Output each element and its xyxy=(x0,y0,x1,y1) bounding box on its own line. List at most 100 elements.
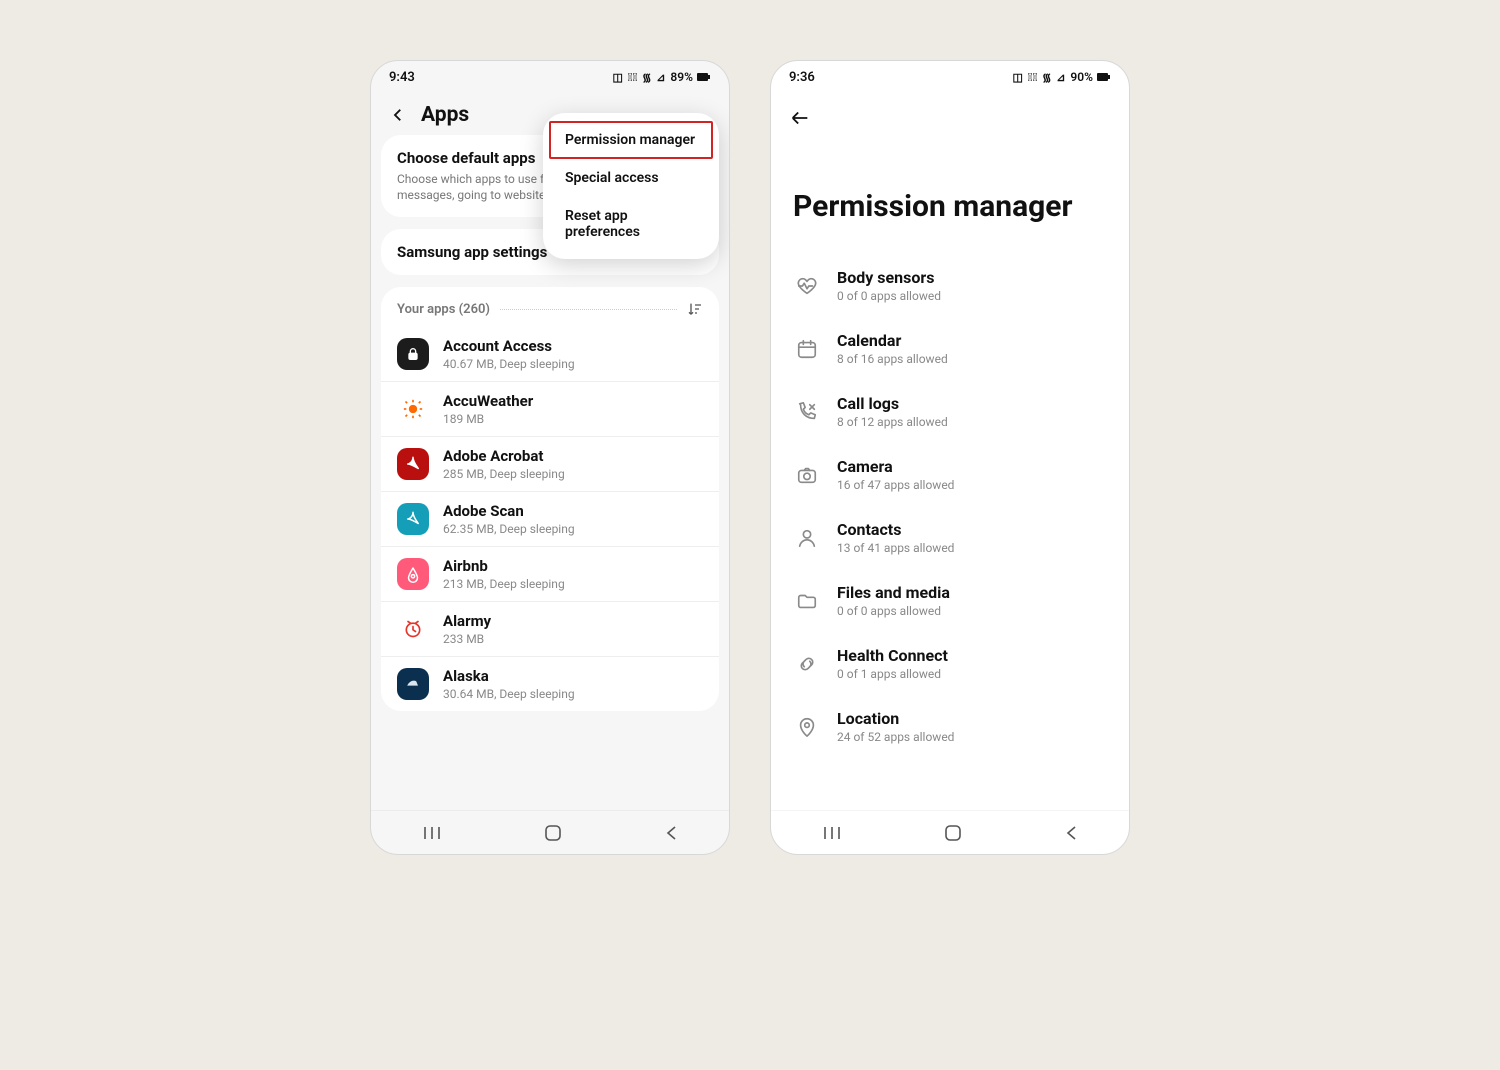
permission-text: Body sensors 0 of 0 apps allowed xyxy=(837,268,1105,303)
status-indicators: ◫ ⋮᷾ ᯾ ⊿ 89% xyxy=(612,70,711,85)
page-title: Apps xyxy=(421,103,469,127)
back-button[interactable] xyxy=(664,825,678,841)
app-meta: 40.67 MB, Deep sleeping xyxy=(443,357,703,371)
app-text: Airbnb 213 MB, Deep sleeping xyxy=(443,557,703,591)
menu-item-reset-prefs[interactable]: Reset app preferences xyxy=(549,197,713,251)
battery-text: 89% xyxy=(670,70,693,84)
permission-meta: 13 of 41 apps allowed xyxy=(837,541,1105,555)
permission-name: Body sensors xyxy=(837,268,1105,287)
home-button[interactable] xyxy=(944,824,962,842)
menu-item-permission-manager[interactable]: Permission manager xyxy=(549,121,713,159)
permission-name: Call logs xyxy=(837,394,1105,413)
app-icon xyxy=(397,503,429,535)
permission-meta: 0 of 0 apps allowed xyxy=(837,604,1105,618)
permission-meta: 16 of 47 apps allowed xyxy=(837,478,1105,492)
permission-row[interactable]: Files and media 0 of 0 apps allowed xyxy=(771,569,1129,632)
sort-icon[interactable] xyxy=(687,301,703,317)
heart-icon xyxy=(795,274,819,298)
battery-icon xyxy=(1097,72,1111,82)
status-time: 9:43 xyxy=(389,70,415,85)
app-text: Adobe Scan62.35 MB, Deep sleeping xyxy=(443,502,703,536)
permission-row[interactable]: Calendar 8 of 16 apps allowed xyxy=(771,317,1129,380)
permission-meta: 8 of 16 apps allowed xyxy=(837,352,1105,366)
nav-bar xyxy=(771,810,1129,854)
overflow-menu: Permission manager Special access Reset … xyxy=(543,113,719,259)
permission-meta: 24 of 52 apps allowed xyxy=(837,730,1105,744)
app-icon xyxy=(397,558,429,590)
status-indicators: ◫ ⋮᷾ ᯾ ⊿ 90% xyxy=(1012,70,1111,85)
permission-name: Files and media xyxy=(837,583,1105,602)
person-icon xyxy=(795,526,819,550)
status-icons: ◫ ⋮᷾ ᯾ ⊿ xyxy=(612,70,666,85)
app-meta: 285 MB, Deep sleeping xyxy=(443,467,703,481)
app-row[interactable]: Alarmy 233 MB xyxy=(381,601,719,656)
permission-meta: 8 of 12 apps allowed xyxy=(837,415,1105,429)
back-icon[interactable] xyxy=(789,107,811,129)
app-text: Alarmy 233 MB xyxy=(443,612,703,646)
camera-icon xyxy=(795,463,819,487)
permission-row[interactable]: Location24 of 52 apps allowed xyxy=(771,695,1129,758)
list-header: Your apps (260) xyxy=(381,301,719,327)
app-row[interactable]: Alaska30.64 MB, Deep sleeping xyxy=(381,656,719,711)
app-meta: 213 MB, Deep sleeping xyxy=(443,577,703,591)
list-header-label: Your apps (260) xyxy=(397,302,490,317)
recents-button[interactable] xyxy=(422,825,442,841)
permission-text: Health Connect 0 of 1 apps allowed xyxy=(837,646,1105,681)
app-row[interactable]: Account Access 40.67 MB, Deep sleeping xyxy=(381,327,719,381)
app-name: Account Access xyxy=(443,337,703,355)
permission-list: Body sensors 0 of 0 apps allowed Calendar 8… xyxy=(771,254,1129,810)
app-text: Account Access 40.67 MB, Deep sleeping xyxy=(443,337,703,371)
permission-row[interactable]: Health Connect 0 of 1 apps allowed xyxy=(771,632,1129,695)
permission-meta: 0 of 0 apps allowed xyxy=(837,289,1105,303)
recents-button[interactable] xyxy=(822,825,842,841)
app-text: Alaska30.64 MB, Deep sleeping xyxy=(443,667,703,701)
permission-text: Camera 16 of 47 apps allowed xyxy=(837,457,1105,492)
app-row[interactable]: Adobe Acrobat 285 MB, Deep sleeping xyxy=(381,436,719,491)
app-row[interactable]: AccuWeather 189 MB xyxy=(381,381,719,436)
folder-icon xyxy=(795,589,819,613)
permission-row[interactable]: Contacts 13 of 41 apps allowed xyxy=(771,506,1129,569)
app-icon xyxy=(397,338,429,370)
nav-bar xyxy=(371,810,729,854)
app-text: AccuWeather 189 MB xyxy=(443,392,703,426)
home-button[interactable] xyxy=(544,824,562,842)
permission-text: Location24 of 52 apps allowed xyxy=(837,709,1105,744)
permission-text: Call logs 8 of 12 apps allowed xyxy=(837,394,1105,429)
back-icon[interactable] xyxy=(389,106,407,124)
back-button[interactable] xyxy=(1064,825,1078,841)
phone-apps-screen: 9:43 ◫ ⋮᷾ ᯾ ⊿ 89% Apps Choose default ap… xyxy=(370,60,730,855)
battery-icon xyxy=(697,72,711,82)
app-name: Alarmy xyxy=(443,612,703,630)
app-meta: 189 MB xyxy=(443,412,703,426)
app-name: Alaska xyxy=(443,667,703,685)
phone-permission-manager-screen: 9:36 ◫ ⋮᷾ ᯾ ⊿ 90% Permission manager Bod… xyxy=(770,60,1130,855)
permission-row[interactable]: Camera 16 of 47 apps allowed xyxy=(771,443,1129,506)
app-row[interactable]: Adobe Scan62.35 MB, Deep sleeping xyxy=(381,491,719,546)
permission-row[interactable]: Body sensors 0 of 0 apps allowed xyxy=(771,254,1129,317)
permission-name: Calendar xyxy=(837,331,1105,350)
app-icon xyxy=(397,448,429,480)
menu-item-special-access[interactable]: Special access xyxy=(549,159,713,197)
permission-row[interactable]: Call logs 8 of 12 apps allowed xyxy=(771,380,1129,443)
app-icon xyxy=(397,393,429,425)
permission-name: Health Connect xyxy=(837,646,1105,665)
permission-text: Files and media 0 of 0 apps allowed xyxy=(837,583,1105,618)
app-meta: 233 MB xyxy=(443,632,703,646)
app-text: Adobe Acrobat 285 MB, Deep sleeping xyxy=(443,447,703,481)
calendar-icon xyxy=(795,337,819,361)
permission-name: Camera xyxy=(837,457,1105,476)
permission-meta: 0 of 1 apps allowed xyxy=(837,667,1105,681)
battery-text: 90% xyxy=(1070,70,1093,84)
permission-text: Contacts 13 of 41 apps allowed xyxy=(837,520,1105,555)
status-bar: 9:36 ◫ ⋮᷾ ᯾ ⊿ 90% xyxy=(771,61,1129,93)
app-row[interactable]: Airbnb 213 MB, Deep sleeping xyxy=(381,546,719,601)
app-name: Adobe Acrobat xyxy=(443,447,703,465)
app-name: AccuWeather xyxy=(443,392,703,410)
pin-icon xyxy=(795,715,819,739)
permission-name: Contacts xyxy=(837,520,1105,539)
link-icon xyxy=(795,652,819,676)
app-name: Airbnb xyxy=(443,557,703,575)
status-bar: 9:43 ◫ ⋮᷾ ᯾ ⊿ 89% xyxy=(371,61,729,93)
app-icon xyxy=(397,613,429,645)
app-icon xyxy=(397,668,429,700)
